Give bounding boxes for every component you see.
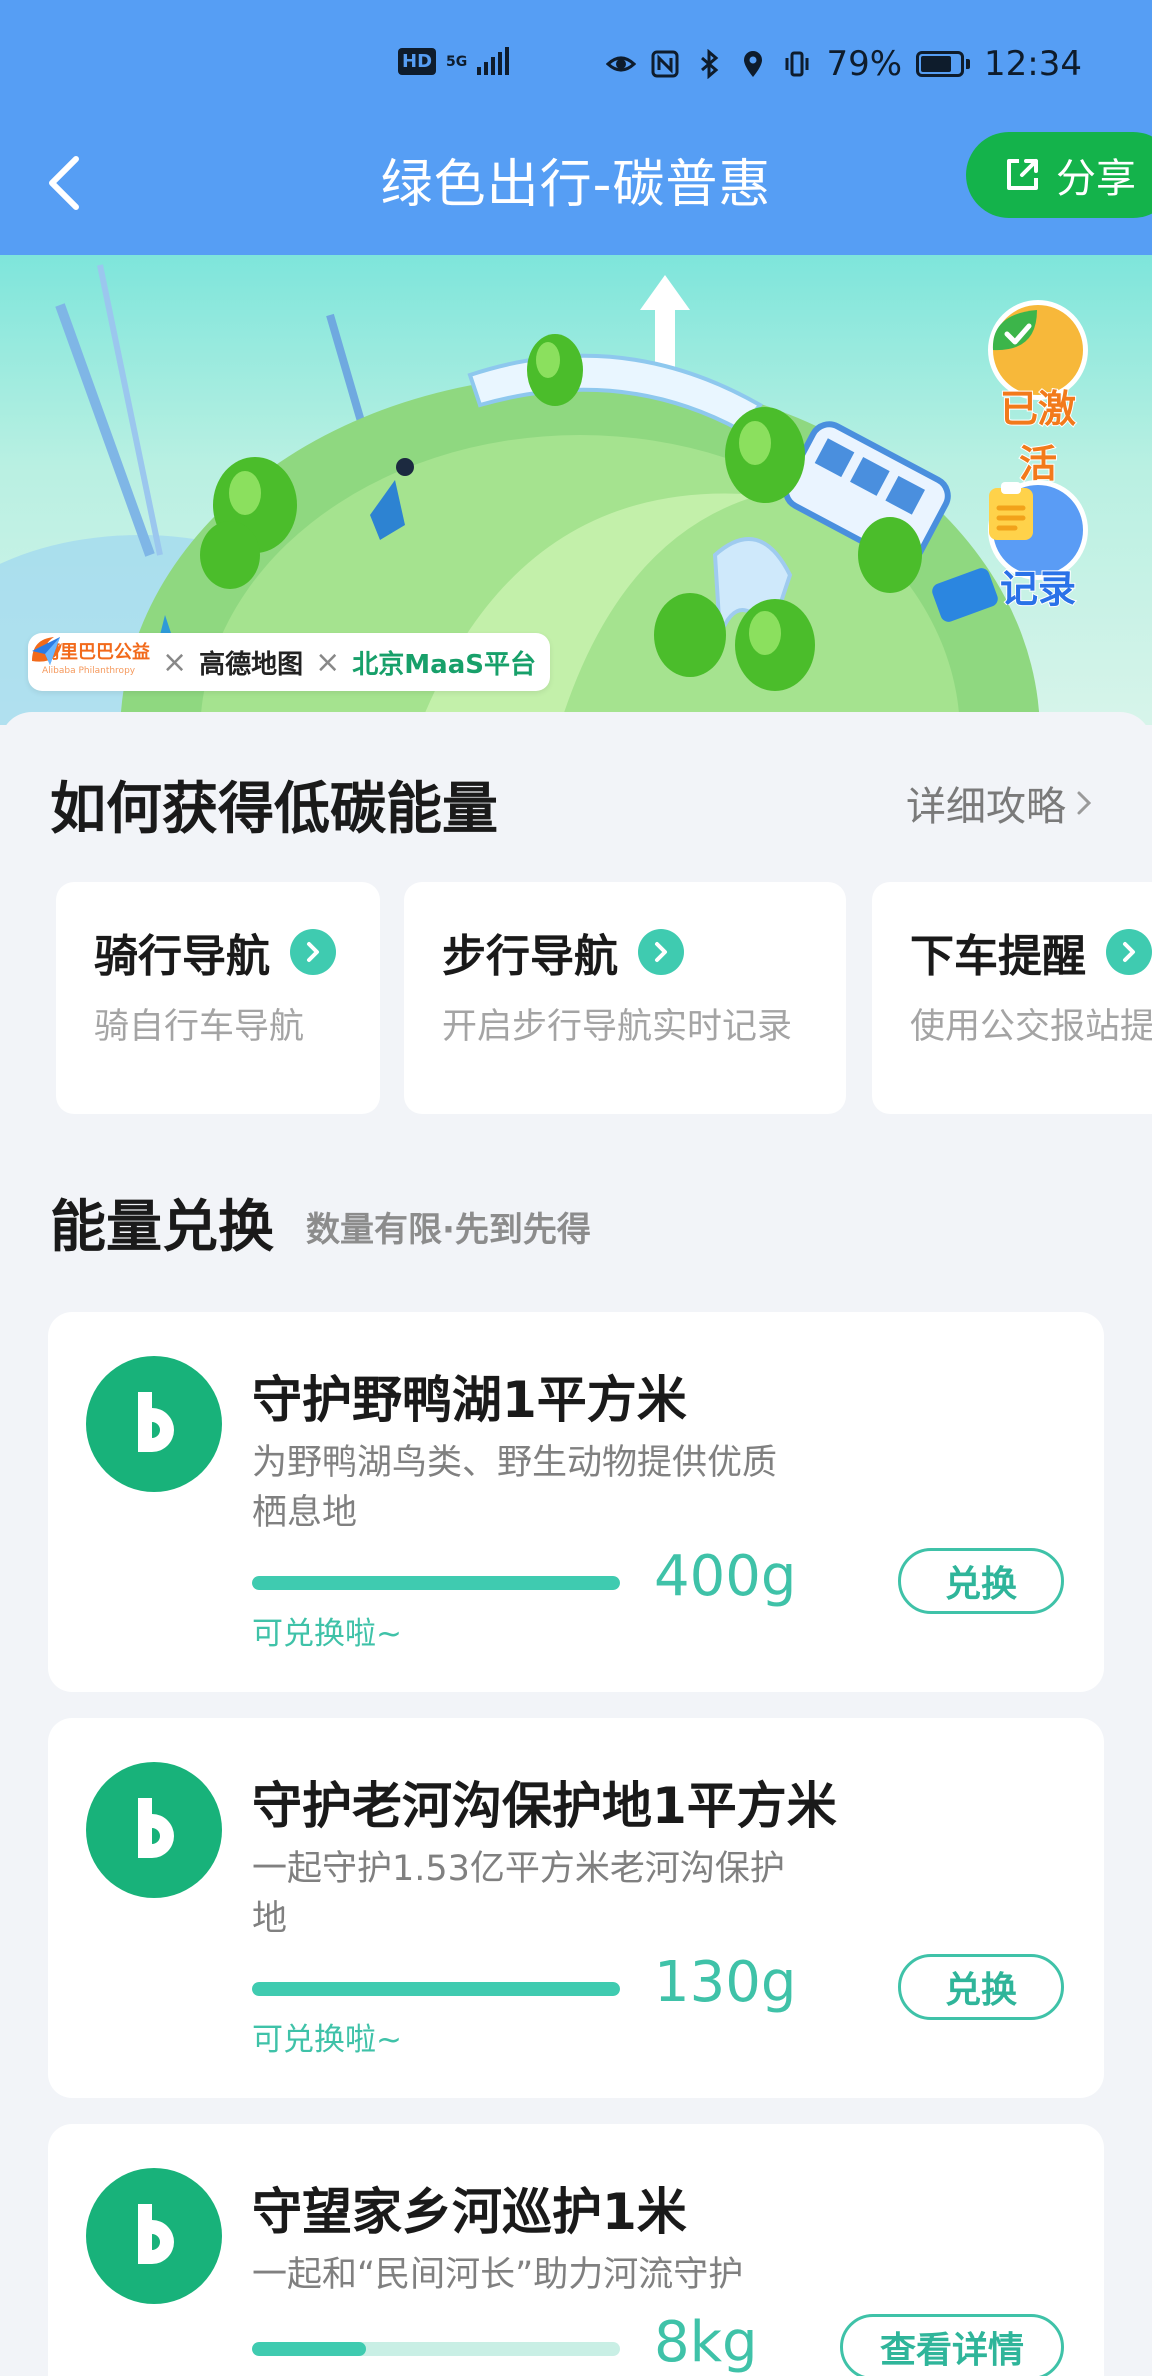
method-card-arrival-reminder[interactable]: 下车提醒 使用公交报站提醒 [872,882,1152,1114]
item-cost: 130g [654,1950,797,2015]
vibrate-icon [785,51,809,77]
how-to-title: 如何获得低碳能量 [50,777,498,842]
method-title: 步行导航 [442,931,618,982]
item-name: 守望家乡河巡护1米 [252,2183,687,2241]
status-left: HD 5G [398,46,510,75]
chevron-right-icon [638,929,684,975]
nfc-icon [651,50,679,78]
content-sheet: 如何获得低碳能量 详细攻略 骑行导航 骑自行车导航 步行导航 开启步行导航实时记… [0,712,1152,2376]
view-details-button[interactable]: 查看详情 [840,2314,1064,2376]
status-right: 79% 12:34 [606,44,1082,84]
item-hint: 可兑换啦~ [252,1616,402,1652]
partner-separator: × [315,644,341,680]
battery-percent: 79% [826,44,903,84]
item-progress-fill [252,1576,620,1590]
amap-arrow-icon [32,637,60,665]
amap-name: 高德地图 [199,649,304,680]
item-desc: 为野鸭湖鸟类、野生动物提供优质栖息地 [252,1443,778,1533]
network-type: 5G [446,53,468,70]
clock: 12:34 [984,44,1082,84]
item-progress-bar [252,2342,620,2356]
maas-logo: 北京MaaS平台 [352,649,536,680]
chevron-right-icon [1077,791,1092,815]
records-button[interactable]: 记录 [983,480,1093,613]
activated-label: 已激活 [999,386,1077,487]
item-name: 守护野鸭湖1平方米 [252,1371,687,1429]
method-name: 下车提醒 [910,920,1152,984]
share-icon [1007,159,1038,190]
hd-badge: HD [398,48,437,75]
exchange-subtitle: 数量有限·先到先得 [306,1210,591,1250]
method-desc: 骑自行车导航 [94,1007,305,1047]
detailed-guide-link[interactable]: 详细攻略 [906,774,1092,832]
records-label: 记录 [999,566,1077,612]
item-progress-bar [252,1982,620,1996]
bluetooth-icon [701,49,719,79]
exchange-button[interactable]: 兑换 [898,1548,1064,1614]
partner-logos: 阿里巴巴公益 Alibaba Philanthropy × 高德地图 × 北京M… [28,633,550,691]
share-label: 分享 [1056,156,1136,202]
item-hint: 可兑换啦~ [252,2022,402,2058]
eye-icon [606,56,637,72]
method-card-cycling[interactable]: 骑行导航 骑自行车导航 [56,882,380,1114]
exchange-item-card: 守望家乡河巡护1米 一起和“民间河长”助力河流守护 8kg 查看详情 [48,2124,1104,2376]
heart-leaf-icon [86,1762,222,1898]
item-desc: 一起守护1.53亿平方米老河沟保护地 [252,1849,785,1939]
exchange-title: 能量兑换 [50,1195,274,1260]
exchange-button[interactable]: 兑换 [898,1954,1064,2020]
exchange-item-card: 守护老河沟保护地1平方米 一起守护1.53亿平方米老河沟保护地 130g 可兑换… [48,1718,1104,2098]
method-card-walking[interactable]: 步行导航 开启步行导航实时记录 [404,882,846,1114]
item-cost: 8kg [654,2310,758,2375]
exchange-item-card: 守护野鸭湖1平方米 为野鸭湖鸟类、野生动物提供优质栖息地 400g 可兑换啦~ … [48,1312,1104,1692]
method-desc: 使用公交报站提醒 [910,1007,1152,1047]
method-desc: 开启步行导航实时记录 [442,1007,793,1047]
chevron-right-icon [1106,929,1152,975]
share-button[interactable]: 分享 [966,132,1152,218]
amap-logo: 高德地图 [32,637,304,681]
method-title: 骑行导航 [94,931,270,982]
item-progress-bar [252,1576,620,1590]
location-icon [744,51,763,77]
method-name: 步行导航 [442,920,846,984]
hero-banner: 阿里巴巴公益 Alibaba Philanthropy × 高德地图 × 北京M… [0,255,1152,725]
status-bar: HD 5G 79% 12:34 [0,38,1152,98]
chevron-right-icon [290,929,336,975]
item-name: 守护老河沟保护地1平方米 [252,1777,837,1835]
method-title: 下车提醒 [910,931,1086,982]
item-desc: 一起和“民间河长”助力河流守护 [252,2255,744,2295]
heart-leaf-icon [86,2168,222,2304]
method-name: 骑行导航 [94,920,380,984]
battery-icon [916,51,971,77]
item-progress-fill [252,1982,620,1996]
partner-separator: × [162,644,188,680]
heart-leaf-icon [86,1356,222,1492]
signal-icon [477,46,510,75]
activated-button[interactable]: 已激活 [983,300,1093,488]
guide-link-label: 详细攻略 [906,784,1066,830]
item-cost: 400g [654,1544,797,1609]
top-bar: HD 5G 79% 12:34 绿色出行-碳普惠 分享 [0,0,1152,255]
item-progress-fill [252,2342,367,2356]
